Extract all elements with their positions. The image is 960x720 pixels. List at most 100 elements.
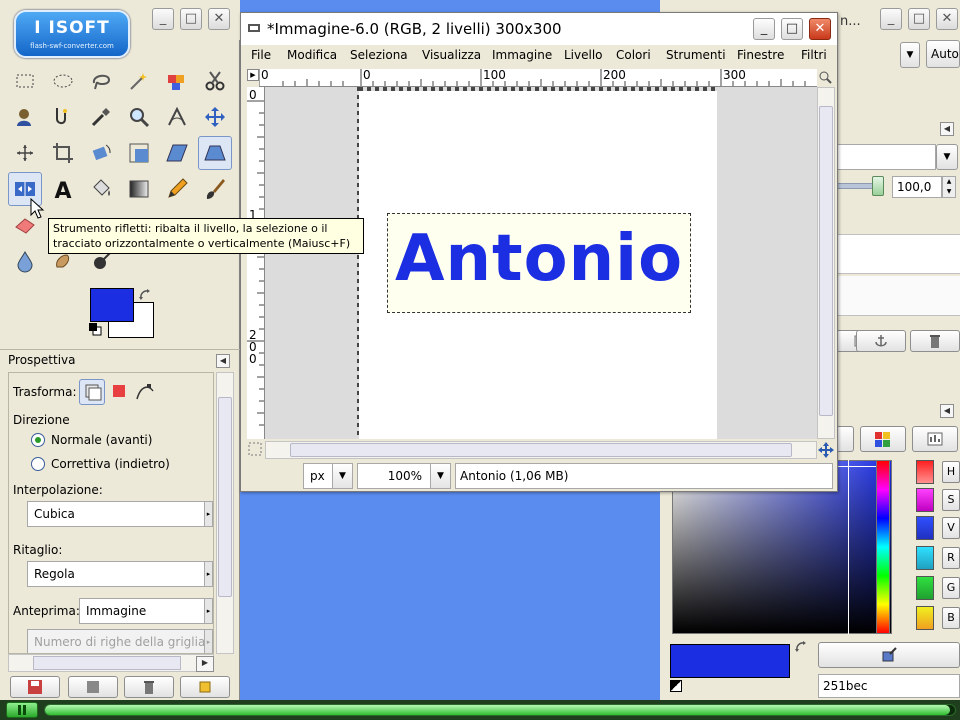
opacity-slider-handle[interactable] [872,176,884,196]
minimize-icon[interactable]: _ [753,18,775,40]
channel-r-bar[interactable] [916,546,934,570]
direction-normal-label[interactable]: Normale (avanti) [51,433,152,447]
hue-strip[interactable] [876,460,890,634]
transform-layer-icon[interactable] [79,379,105,405]
direction-normal-radio[interactable] [31,433,45,447]
color-picker-button[interactable] [818,642,960,668]
layer-row-background[interactable] [836,276,960,316]
foreground-color-swatch[interactable] [90,288,134,322]
menu-modifica[interactable]: Modifica [287,48,337,62]
scroll-right-icon[interactable]: ▶ [196,656,214,672]
vertical-ruler[interactable]: 0 1 2 0 0 [247,87,265,439]
maximize-icon[interactable]: □ [781,18,803,40]
blend-tool-icon[interactable] [122,172,156,206]
text-tool-icon[interactable]: A [46,172,80,206]
preview-select[interactable]: Immagine ▸ [79,598,213,624]
canvas-vscrollbar[interactable] [817,87,835,439]
play-pause-button[interactable] [6,702,38,718]
channel-h-button[interactable]: H [942,461,960,483]
channel-r-button[interactable]: R [942,547,960,569]
tab-palette[interactable] [860,426,906,452]
select-by-color-tool-icon[interactable] [160,64,194,98]
zoom-tool-icon[interactable] [122,100,156,134]
paths-tool-icon[interactable] [46,100,80,134]
pencil-tool-icon[interactable] [160,172,194,206]
navigate-icon[interactable] [817,441,835,459]
tab-scales[interactable] [912,426,958,452]
layer-row-text[interactable] [836,234,960,274]
quick-mask-icon[interactable] [247,441,263,457]
perspective-tool-icon[interactable] [198,136,232,170]
measure-tool-icon[interactable] [160,100,194,134]
close-icon[interactable]: ✕ [208,8,230,30]
transform-path-icon[interactable] [135,381,155,401]
menu-strumenti[interactable]: Strumenti [666,48,726,62]
menu-livello[interactable]: Livello [564,48,603,62]
rotate-tool-icon[interactable] [84,136,118,170]
canvas-hscrollbar[interactable] [265,441,817,459]
grid-lines-select[interactable]: Numero di righe della griglia ▸ [27,629,213,653]
hex-color-input[interactable]: 251bec [818,674,960,698]
channel-g-bar[interactable] [916,576,934,600]
foreground-select-tool-icon[interactable] [8,100,42,134]
scrollbar-thumb[interactable] [290,443,792,457]
clipping-select[interactable]: Regola ▸ [27,561,213,587]
channel-v-button[interactable]: V [942,517,960,539]
restore-options-button[interactable] [68,676,118,698]
blur-tool-icon[interactable] [8,244,42,278]
zoom-fit-icon[interactable] [817,69,833,85]
panel-menu-icon[interactable]: ◀ [216,354,230,368]
default-colors-icon[interactable] [88,322,102,336]
close-icon[interactable]: ✕ [936,8,958,30]
interpolation-select[interactable]: Cubica ▸ [27,501,213,527]
bucket-fill-tool-icon[interactable] [84,172,118,206]
image-window-titlebar[interactable]: *Immagine-6.0 (RGB, 2 livelli) 300x300 _… [241,13,837,45]
transform-selection-icon[interactable] [113,385,125,397]
direction-corrective-label[interactable]: Correttiva (indietro) [51,457,170,471]
opacity-spin-icon[interactable]: ▲ ▼ [942,176,956,198]
crop-tool-icon[interactable] [46,136,80,170]
save-options-button[interactable] [10,676,60,698]
dock-foreground-swatch[interactable] [670,644,790,678]
menu-filtri[interactable]: Filtri [801,48,827,62]
scissors-tool-icon[interactable] [198,64,232,98]
channel-h-bar[interactable] [916,460,934,484]
scrollbar-thumb[interactable] [218,397,232,597]
channel-g-button[interactable]: G [942,577,960,599]
direction-corrective-radio[interactable] [31,457,45,471]
auto-button[interactable]: Auto [926,40,960,68]
chevron-down-icon[interactable]: ▼ [936,144,958,170]
default-colors-icon[interactable] [670,680,682,692]
menu-immagine[interactable]: Immagine [492,48,552,62]
delete-layer-button[interactable] [910,330,960,352]
minimize-icon[interactable]: _ [880,8,902,30]
menu-colori[interactable]: Colori [616,48,651,62]
unit-select[interactable]: px ▼ [303,463,353,489]
scrollbar-thumb[interactable] [819,106,833,416]
paintbrush-tool-icon[interactable] [198,172,232,206]
menu-finestre[interactable]: Finestre [737,48,784,62]
color-picker-tool-icon[interactable] [84,100,118,134]
layer-mode-select[interactable] [836,144,936,170]
close-icon[interactable]: ✕ [809,18,831,40]
ruler-menu-icon[interactable]: ▶ [247,69,259,81]
ellipse-select-tool-icon[interactable] [46,64,80,98]
move-tool-icon[interactable] [198,100,232,134]
zoom-select[interactable]: 100% ▼ [357,463,451,489]
channel-b-bar[interactable] [916,606,934,630]
horizontal-ruler[interactable]: 0 0 100 200 300 [259,69,817,87]
maximize-icon[interactable]: □ [908,8,930,30]
maximize-icon[interactable]: □ [180,8,202,30]
rect-select-tool-icon[interactable] [8,64,42,98]
lasso-tool-icon[interactable] [84,64,118,98]
channel-s-button[interactable]: S [942,489,960,511]
reset-options-button[interactable] [180,676,230,698]
channel-s-bar[interactable] [916,488,934,512]
channel-b-button[interactable]: B [942,607,960,629]
opacity-slider[interactable] [836,183,874,189]
menu-file[interactable]: File [251,48,271,62]
tool-options-vscrollbar[interactable] [216,372,234,654]
menu-visualizza[interactable]: Visualizza [422,48,481,62]
text-layer-boundary[interactable]: Antonio [387,213,691,313]
shear-tool-icon[interactable] [160,136,194,170]
